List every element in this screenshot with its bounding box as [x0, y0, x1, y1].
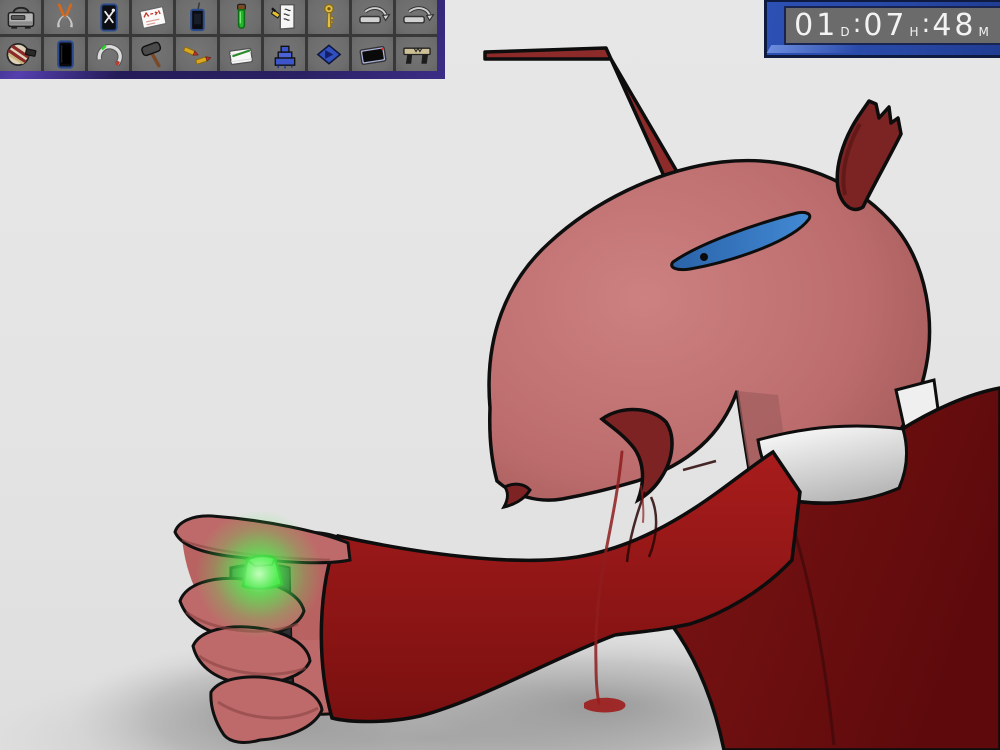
radio-icon — [1, 2, 41, 33]
inventory-slot-phone[interactable] — [44, 37, 85, 71]
timer-separator: : — [922, 9, 931, 39]
inventory-slot-notebook[interactable] — [220, 37, 261, 71]
timer-days-unit: d — [840, 25, 849, 39]
test-tube-icon — [221, 2, 261, 33]
button-glow — [195, 510, 323, 638]
tablet-icon — [353, 39, 393, 70]
inventory-slot-bracket[interactable] — [396, 37, 437, 71]
inventory-slot-blocks[interactable] — [264, 37, 305, 71]
handle-with-arrow-icon — [397, 2, 437, 33]
gold-key-icon — [309, 2, 349, 33]
timer-hours-unit: h — [910, 25, 919, 39]
timer-minutes-unit: m — [979, 25, 989, 39]
inventory-slot-pliers[interactable] — [44, 0, 85, 34]
handle-with-arrow-icon — [353, 2, 393, 33]
mallet-icon — [133, 39, 173, 70]
bullets-icon — [177, 39, 217, 70]
inventory-slot-radio[interactable] — [0, 0, 41, 34]
countdown-display: 01d : 07h : 48m — [784, 6, 1000, 45]
notebook-with-pen-icon — [221, 39, 261, 70]
phone-with-x-icon — [89, 2, 129, 33]
pliers-icon — [45, 2, 85, 33]
inventory-slot-note[interactable] — [132, 0, 173, 34]
inventory-slot-test-tube[interactable] — [220, 0, 261, 34]
inventory-slot-tablet[interactable] — [352, 37, 393, 71]
inventory-slot-bullets[interactable] — [176, 37, 217, 71]
character-illustration — [0, 0, 1000, 750]
mounting-bracket-icon — [397, 39, 437, 70]
blue-diamond-button-icon — [309, 39, 349, 70]
radio-transmitter-icon — [177, 2, 217, 33]
inventory-bar — [0, 0, 445, 79]
inventory-slot-striped-sphere[interactable] — [0, 37, 41, 71]
inventory-slot-papers[interactable] — [264, 0, 305, 34]
countdown-timer: 01d : 07h : 48m — [764, 0, 1000, 58]
inventory-slot-headset[interactable] — [88, 37, 129, 71]
inventory-slot-phone-x[interactable] — [88, 0, 129, 34]
antenna — [485, 48, 686, 187]
inventory-slot-mallet[interactable] — [132, 37, 173, 71]
inventory-slot-key[interactable] — [308, 0, 349, 34]
inventory-slot-transmitter[interactable] — [176, 0, 217, 34]
inventory-slot-diamond[interactable] — [308, 37, 349, 71]
inventory-slot-handle-1[interactable] — [352, 0, 393, 34]
timer-separator: : — [853, 9, 862, 39]
headset-icon — [89, 39, 129, 70]
small-fang — [504, 484, 530, 507]
blue-block-stack-icon — [265, 39, 305, 70]
striped-sphere-device-icon — [1, 39, 41, 70]
eye-pupil — [700, 253, 708, 261]
phone-icon — [45, 39, 85, 70]
timer-days: 01 — [794, 11, 838, 41]
timer-minutes: 48 — [932, 11, 976, 41]
papers-and-pencil-icon — [265, 2, 305, 33]
timer-hours: 07 — [863, 11, 907, 41]
inventory-grid — [0, 0, 437, 71]
note-with-red-scribble-icon — [133, 2, 173, 33]
inventory-slot-handle-2[interactable] — [396, 0, 437, 34]
blood-pool — [584, 698, 625, 713]
